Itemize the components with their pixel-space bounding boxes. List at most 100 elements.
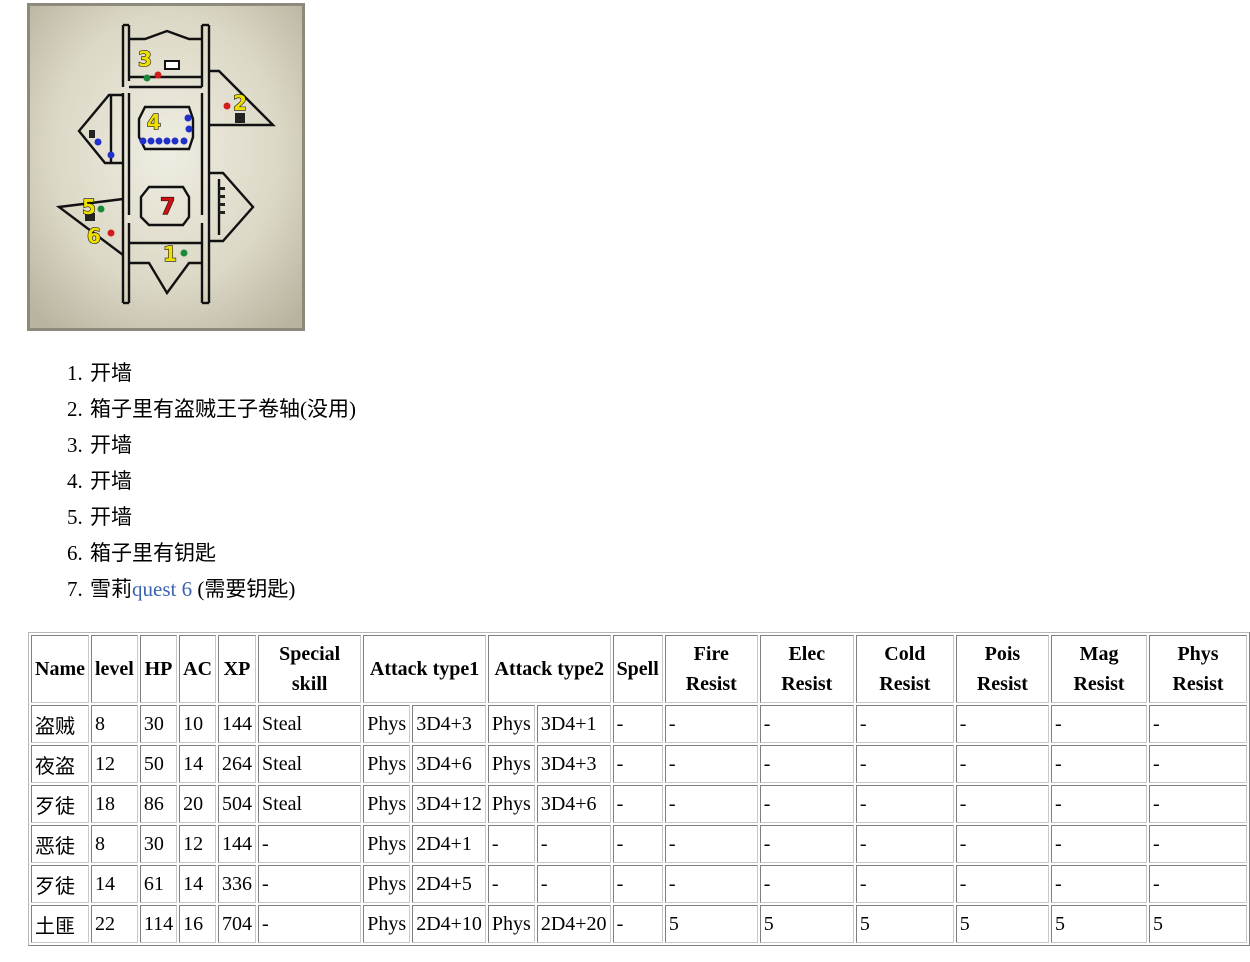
table-cell: 30 [139,705,178,743]
note-item: 雪莉quest 6 (需要钥匙) [88,571,356,607]
chest-icon [89,130,95,138]
table-cell: - [1149,785,1247,823]
table-cell: - [1149,705,1247,743]
table-cell: - [612,785,663,823]
table-cell: - [1051,745,1148,783]
table-cell: 5 [1149,905,1247,943]
table-cell: 2D4+5 [412,865,486,903]
table-cell: 土匪 [31,905,89,943]
table-cell: Phys [363,705,411,743]
table-cell: Phys [363,825,411,863]
table-cell: 12 [90,745,138,783]
table-cell: 10 [179,705,217,743]
column-header: Mag Resist [1051,635,1148,703]
table-cell: 2D4+1 [412,825,486,863]
table-body: 盗贼 8 30 10 144 Steal Phys 3D4+3 Phys 3D4+1- - - - - - -… [31,705,1247,943]
table-cell: - [1051,785,1148,823]
table-cell: 114 [139,905,178,943]
table-cell: - [1051,865,1148,903]
table-cell: - [955,745,1050,783]
monster-stats-table: Name level HP AC XP Special skill Attack type1… [28,632,1250,946]
table-cell: 336 [218,865,257,903]
table-cell: 504 [218,785,257,823]
table-cell: 夜盗 [31,745,89,783]
table-cell: Phys [487,905,535,943]
column-header: Elec Resist [759,635,854,703]
map-marker-1: 1 [163,242,177,266]
table-cell: - [1149,745,1247,783]
table-cell: 22 [90,905,138,943]
column-header: HP [139,635,178,703]
table-cell: 14 [179,865,217,903]
table-cell: 8 [90,825,138,863]
table-cell: 704 [218,905,257,943]
table-cell: - [1149,865,1247,903]
table-cell: 3D4+3 [412,705,486,743]
column-header: Name [31,635,89,703]
table-cell: - [955,865,1050,903]
column-header: XP [218,635,257,703]
table-cell: 2D4+10 [412,905,486,943]
column-header: AC [179,635,217,703]
table-cell: 3D4+6 [536,785,611,823]
column-header: Spell [612,635,663,703]
table-cell: Phys [363,865,411,903]
table-cell: Phys [487,705,535,743]
table-cell: - [955,825,1050,863]
table-cell: - [536,825,611,863]
table-cell: 30 [139,825,178,863]
column-header: Phys Resist [1149,635,1247,703]
table-cell: 5 [1051,905,1148,943]
table-cell: - [612,745,663,783]
note-item: 箱子里有盗贼王子卷轴(没用) [88,391,356,427]
column-header: level [90,635,138,703]
table-cell: 144 [218,705,257,743]
table-cell: - [487,825,535,863]
map-marker-6: 6 [87,224,101,248]
table-cell: - [258,825,362,863]
dungeon-map: 1 2 3 4 5 6 7 [27,3,305,331]
table-cell: - [855,745,954,783]
table-cell: - [1051,825,1148,863]
map-marker-2: 2 [233,91,247,115]
door-icon [164,60,180,70]
table-cell: - [759,865,854,903]
table-cell: - [855,825,954,863]
table-row: 恶徒 8 30 12 144- Phys 2D4+1- - - - - - - - - [31,825,1247,863]
table-cell: 264 [218,745,257,783]
table-cell: Phys [363,905,411,943]
table-header-row: Name level HP AC XP Special skill Attack type1… [31,635,1247,703]
table-cell: - [664,745,758,783]
table-cell: - [258,865,362,903]
table-cell: Steal [258,785,362,823]
table-cell: 3D4+3 [536,745,611,783]
table-cell: 61 [139,865,178,903]
table-cell: 歹徒 [31,785,89,823]
table-cell: 5 [955,905,1050,943]
table-cell: - [759,745,854,783]
table-cell: - [759,785,854,823]
table-cell: 盗贼 [31,705,89,743]
note-item: 开墙 [88,355,356,391]
note-item: 开墙 [88,427,356,463]
table-row: 土匪 22 114 16 704- Phys 2D4+10 Phys 2D4+20-5 5 5 5 5 5 [31,905,1247,943]
table-cell: 3D4+12 [412,785,486,823]
map-marker-4: 4 [147,110,161,134]
table-cell: - [855,865,954,903]
quest-6-link[interactable]: quest 6 [132,577,192,601]
map-notes-list: 开墙 箱子里有盗贼王子卷轴(没用) 开墙 开墙 开墙 箱子里有钥匙 雪莉ques… [40,355,356,607]
column-header: Fire Resist [664,635,758,703]
map-marker-5: 5 [82,195,96,219]
table-cell: - [759,825,854,863]
table-cell: 144 [218,825,257,863]
table-cell: - [1051,705,1148,743]
table-row: 盗贼 8 30 10 144 Steal Phys 3D4+3 Phys 3D4+1- - - - - - - [31,705,1247,743]
note-item: 开墙 [88,499,356,535]
table-cell: 2D4+20 [536,905,611,943]
table-cell: 歹徒 [31,865,89,903]
table-cell: 5 [664,905,758,943]
note-item: 箱子里有钥匙 [88,535,356,571]
column-header: Attack type2 [487,635,611,703]
table-cell: - [955,785,1050,823]
table-cell: 3D4+1 [536,705,611,743]
